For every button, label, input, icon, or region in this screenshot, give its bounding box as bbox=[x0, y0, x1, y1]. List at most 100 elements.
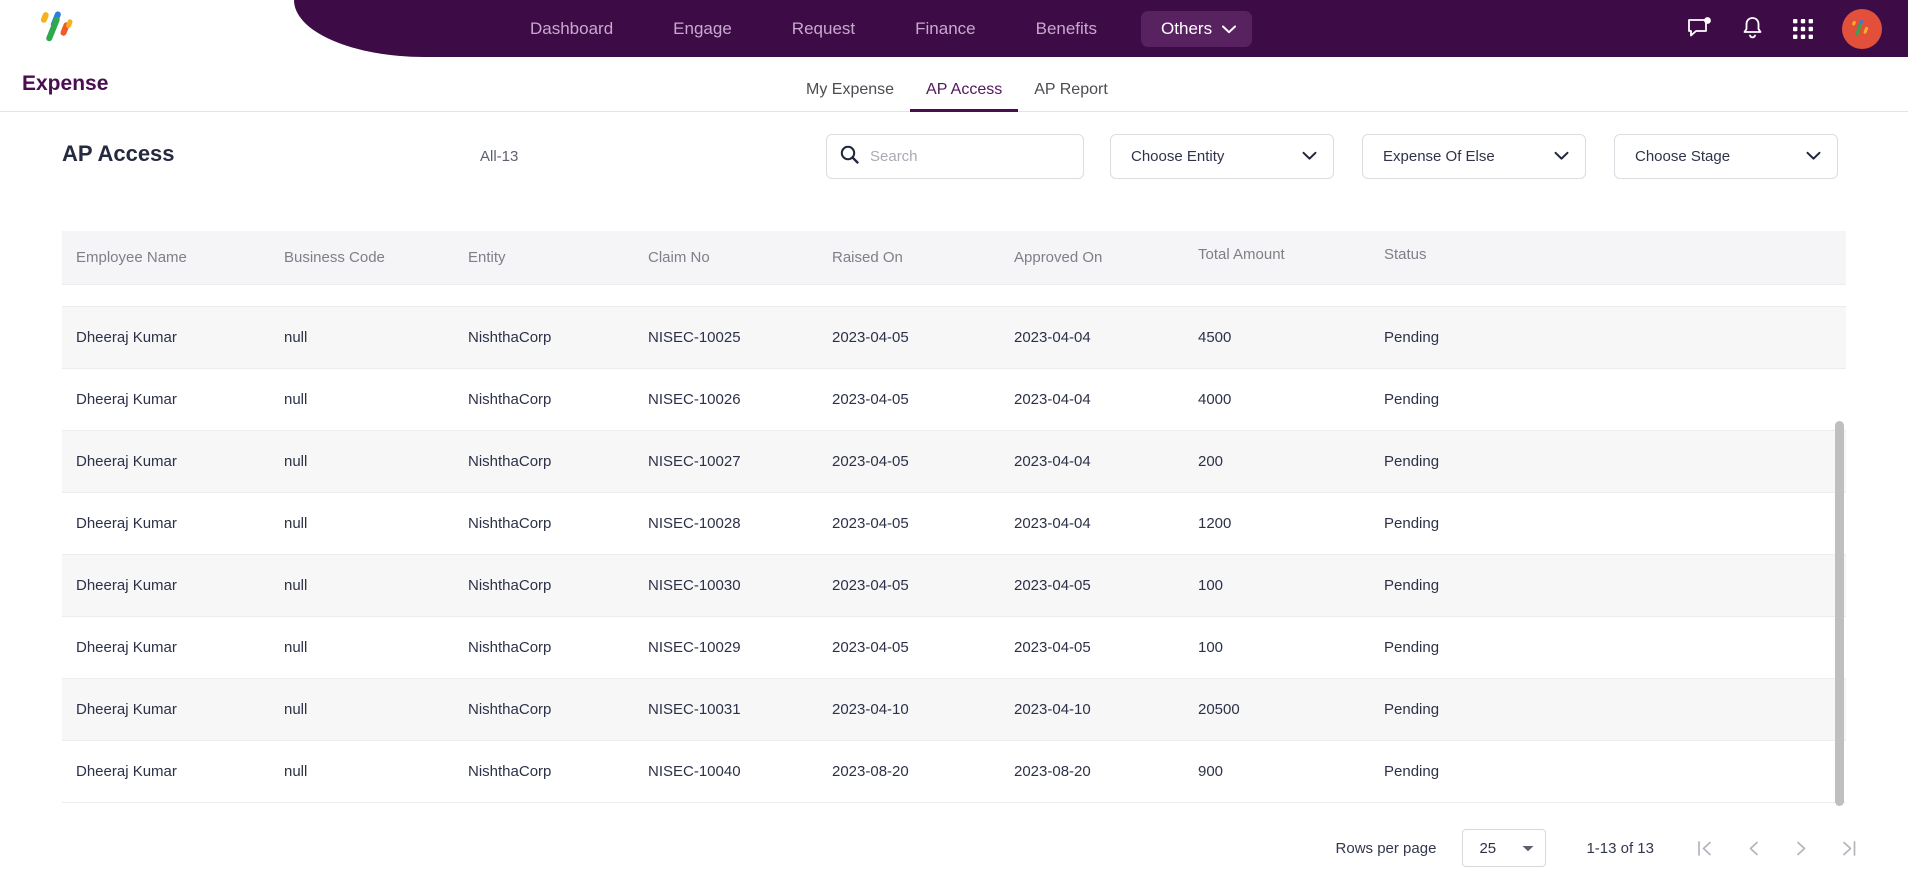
table-row[interactable]: Dheeraj Kumar null NishthaCorp NISEC-10040 2… bbox=[62, 741, 1846, 803]
table-row[interactable]: Dheeraj Kumar null NishthaCorp NISEC-10030 2… bbox=[62, 555, 1846, 617]
cell-claim-no: NISEC-10029 bbox=[648, 639, 741, 656]
next-page-icon[interactable] bbox=[1788, 835, 1814, 861]
cell-status: Pending bbox=[1384, 453, 1440, 470]
chevron-down-icon bbox=[1222, 19, 1237, 39]
search-input[interactable] bbox=[870, 148, 1070, 165]
cell-status: Pending bbox=[1384, 391, 1440, 408]
choose-entity-label: Choose Entity bbox=[1131, 148, 1225, 165]
cell-total-amount: 20500 bbox=[1198, 701, 1240, 718]
cell-status: Pending bbox=[1384, 763, 1440, 780]
table-vertical-scrollbar[interactable] bbox=[1835, 421, 1844, 806]
nav-link-dashboard[interactable]: Dashboard bbox=[500, 13, 643, 45]
brand-percent-logo-icon[interactable] bbox=[36, 8, 80, 48]
cell-approved-on: 2023-04-04 bbox=[1014, 329, 1091, 346]
tab-my-expense[interactable]: My Expense bbox=[790, 81, 910, 112]
rows-per-page-label: Rows per page bbox=[1335, 839, 1437, 857]
table-top-spacer bbox=[62, 285, 1846, 307]
cell-business-code: null bbox=[284, 515, 308, 532]
search-icon bbox=[840, 145, 859, 169]
table-row[interactable]: Dheeraj Kumar null NishthaCorp NISEC-10028 2… bbox=[62, 493, 1846, 555]
cell-status: Pending bbox=[1384, 515, 1440, 532]
column-header-employee-name[interactable]: Employee Name bbox=[62, 249, 284, 266]
avatar[interactable] bbox=[1842, 8, 1882, 49]
cell-total-amount: 1200 bbox=[1198, 515, 1232, 532]
column-header-status[interactable]: Status bbox=[1384, 246, 1564, 263]
column-header-total-amount[interactable]: Total Amount bbox=[1198, 246, 1384, 263]
pagination-bar: Rows per page 25 1-13 of 13 bbox=[0, 813, 1908, 883]
cell-total-amount: 100 bbox=[1198, 639, 1224, 656]
pagination-range-label: 1-13 of 13 bbox=[1586, 839, 1654, 857]
cell-employee-name: Dheeraj Kumar bbox=[76, 701, 177, 718]
cell-claim-no: NISEC-10028 bbox=[648, 515, 741, 532]
choose-entity-dropdown[interactable]: Choose Entity bbox=[1110, 134, 1334, 179]
cell-approved-on: 2023-04-10 bbox=[1014, 701, 1091, 718]
chat-icon[interactable] bbox=[1687, 16, 1713, 41]
column-header-entity[interactable]: Entity bbox=[468, 249, 648, 266]
table-row[interactable]: Dheeraj Kumar null NishthaCorp NISEC-10027 2… bbox=[62, 431, 1846, 493]
table-row[interactable]: Dheeraj Kumar null NishthaCorp NISEC-10029 2… bbox=[62, 617, 1846, 679]
cell-entity: NishthaCorp bbox=[468, 453, 552, 470]
nav-link-others-dropdown[interactable]: Others bbox=[1141, 10, 1253, 47]
table-row[interactable]: Dheeraj Kumar null NishthaCorp NISEC-10031 2… bbox=[62, 679, 1846, 741]
table-body: Dheeraj Kumar null NishthaCorp NISEC-10025 2… bbox=[62, 307, 1846, 803]
cell-total-amount: 4000 bbox=[1198, 391, 1232, 408]
cell-entity: NishthaCorp bbox=[468, 391, 552, 408]
cell-employee-name: Dheeraj Kumar bbox=[76, 763, 177, 780]
search-box[interactable] bbox=[826, 134, 1084, 179]
table-row[interactable]: Dheeraj Kumar null NishthaCorp NISEC-10026 2… bbox=[62, 369, 1846, 431]
cell-approved-on: 2023-08-20 bbox=[1014, 763, 1091, 780]
column-header-raised-on[interactable]: Raised On bbox=[832, 249, 1014, 266]
cell-business-code: null bbox=[284, 453, 308, 470]
cell-raised-on: 2023-04-05 bbox=[832, 391, 909, 408]
bell-icon[interactable] bbox=[1741, 16, 1764, 41]
cell-entity: NishthaCorp bbox=[468, 701, 552, 718]
cell-claim-no: NISEC-10025 bbox=[648, 329, 741, 346]
cell-entity: NishthaCorp bbox=[468, 639, 552, 656]
cell-raised-on: 2023-04-05 bbox=[832, 577, 909, 594]
cell-entity: NishthaCorp bbox=[468, 329, 552, 346]
cell-total-amount: 900 bbox=[1198, 763, 1224, 780]
nav-link-request[interactable]: Request bbox=[762, 13, 885, 45]
cell-raised-on: 2023-04-05 bbox=[832, 453, 909, 470]
cell-raised-on: 2023-08-20 bbox=[832, 763, 909, 780]
cell-raised-on: 2023-04-05 bbox=[832, 639, 909, 656]
cell-approved-on: 2023-04-04 bbox=[1014, 515, 1091, 532]
chevron-down-icon bbox=[1554, 148, 1569, 165]
expense-of-else-dropdown[interactable]: Expense Of Else bbox=[1362, 134, 1586, 179]
cell-employee-name: Dheeraj Kumar bbox=[76, 639, 177, 656]
rows-per-page-select[interactable]: 25 bbox=[1462, 829, 1547, 867]
cell-approved-on: 2023-04-05 bbox=[1014, 577, 1091, 594]
pagination-buttons bbox=[1692, 835, 1862, 861]
cell-claim-no: NISEC-10031 bbox=[648, 701, 741, 718]
tab-ap-report[interactable]: AP Report bbox=[1018, 81, 1124, 112]
cell-total-amount: 100 bbox=[1198, 577, 1224, 594]
cell-status: Pending bbox=[1384, 577, 1440, 594]
table-row[interactable]: Dheeraj Kumar null NishthaCorp NISEC-10025 2… bbox=[62, 307, 1846, 369]
nav-link-benefits[interactable]: Benefits bbox=[1006, 13, 1127, 45]
rows-per-page-value: 25 bbox=[1479, 839, 1497, 857]
nav-link-engage[interactable]: Engage bbox=[643, 13, 762, 45]
cell-claim-no: NISEC-10026 bbox=[648, 391, 741, 408]
nav-link-finance[interactable]: Finance bbox=[885, 13, 1005, 45]
tab-bar: My Expense AP Access AP Report bbox=[790, 57, 1124, 112]
top-navigation-bar: Dashboard Engage Request Finance Benefit… bbox=[0, 0, 1908, 57]
cell-business-code: null bbox=[284, 701, 308, 718]
apps-grid-icon[interactable] bbox=[1792, 18, 1814, 40]
last-page-icon[interactable] bbox=[1836, 835, 1862, 861]
previous-page-icon[interactable] bbox=[1740, 835, 1766, 861]
record-count-label: All-13 bbox=[480, 148, 519, 165]
tab-ap-access[interactable]: AP Access bbox=[910, 81, 1019, 112]
column-header-approved-on[interactable]: Approved On bbox=[1014, 249, 1198, 266]
first-page-icon[interactable] bbox=[1692, 835, 1718, 861]
cell-employee-name: Dheeraj Kumar bbox=[76, 329, 177, 346]
cell-raised-on: 2023-04-10 bbox=[832, 701, 909, 718]
cell-entity: NishthaCorp bbox=[468, 763, 552, 780]
cell-total-amount: 200 bbox=[1198, 453, 1224, 470]
primary-nav-links: Dashboard Engage Request Finance Benefit… bbox=[500, 0, 1253, 57]
cell-employee-name: Dheeraj Kumar bbox=[76, 453, 177, 470]
column-header-claim-no[interactable]: Claim No bbox=[648, 249, 832, 266]
choose-stage-dropdown[interactable]: Choose Stage bbox=[1614, 134, 1838, 179]
cell-employee-name: Dheeraj Kumar bbox=[76, 515, 177, 532]
column-header-business-code[interactable]: Business Code bbox=[284, 249, 468, 266]
cell-business-code: null bbox=[284, 639, 308, 656]
